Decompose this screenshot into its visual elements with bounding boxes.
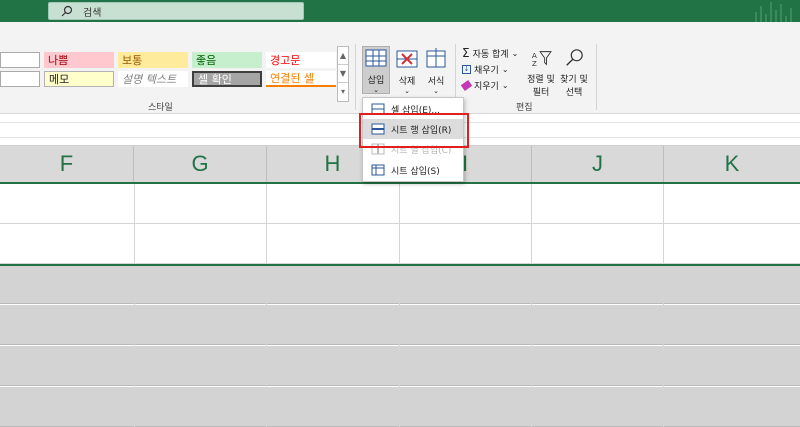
worksheet-grid[interactable] (0, 184, 800, 427)
column-header-j[interactable]: J (532, 146, 664, 182)
sort-filter-label-2: 필터 (532, 88, 550, 98)
sort-filter-icon: A Z (532, 51, 552, 68)
menu-item-label: 시트 삽입(S) (391, 166, 440, 177)
sort-filter-button[interactable]: A Z 정렬 및 필터 (526, 48, 556, 98)
clear-label: 지우기 (474, 82, 499, 92)
style-check-cell[interactable]: 셀 확인 (192, 71, 262, 87)
format-button[interactable]: 서식 ⌄ (422, 48, 450, 95)
gallery-more-icon[interactable]: ▾ (338, 83, 348, 101)
highlight-annotation-box (359, 113, 469, 148)
insert-button[interactable]: 삽입 ⌄ (362, 46, 390, 94)
find-select-label-1: 찾기 및 (560, 75, 588, 85)
scroll-up-icon[interactable]: ▲ (338, 47, 348, 65)
autosum-button[interactable]: Σ 자동 합계 ⌄ (462, 46, 518, 60)
search-box[interactable]: 검색 (48, 2, 304, 20)
style-note[interactable]: 메모 (44, 71, 114, 87)
format-label: 서식 (427, 77, 445, 87)
editing-group-label: 편집 (516, 103, 533, 113)
chevron-down-icon: ⌄ (511, 48, 519, 58)
chevron-down-icon: ⌄ (501, 65, 509, 74)
column-header-k[interactable]: K (664, 146, 800, 182)
styles-gallery-scroll[interactable]: ▲ ▼ ▾ (337, 46, 349, 102)
style-warning-text[interactable]: 경고문 (266, 52, 336, 68)
style-partial-2[interactable] (0, 71, 40, 87)
find-select-label-2: 선택 (565, 88, 583, 98)
fill-button[interactable]: ↓ 채우기 ⌄ (462, 63, 509, 76)
fill-label: 채우기 (474, 66, 499, 76)
sigma-icon: Σ (462, 46, 470, 60)
style-explanatory-text[interactable]: 설명 텍스트 (118, 71, 188, 87)
style-normal-partial[interactable] (0, 52, 40, 68)
styles-group-label: 스타일 (148, 103, 173, 113)
scroll-down-icon[interactable]: ▼ (338, 65, 348, 83)
style-bad[interactable]: 나쁨 (44, 52, 114, 68)
insert-cells-icon (365, 49, 387, 67)
chevron-down-icon: ⌄ (501, 81, 509, 90)
search-icon (61, 5, 73, 17)
style-neutral[interactable]: 보통 (118, 52, 188, 68)
group-divider (355, 44, 356, 110)
title-bar: 검색 (0, 0, 800, 22)
search-placeholder: 검색 (83, 7, 102, 19)
title-decoration (755, 0, 792, 22)
eraser-icon (460, 80, 473, 91)
style-good[interactable]: 좋음 (192, 52, 262, 68)
menu-item-insert-sheet[interactable]: 시트 삽입(S) (363, 160, 463, 180)
insert-label: 삽입 (367, 76, 385, 86)
autosum-label: 자동 합계 (472, 49, 509, 60)
format-cells-icon (426, 48, 446, 68)
column-header-g[interactable]: G (134, 146, 267, 182)
delete-label: 삭제 (398, 77, 416, 87)
svg-text:Z: Z (532, 59, 537, 68)
grid-row[interactable] (0, 224, 800, 264)
find-select-button[interactable]: 찾기 및 선택 (558, 48, 590, 98)
group-divider (596, 44, 597, 110)
fill-down-icon: ↓ (462, 65, 471, 74)
sort-filter-label-1: 정렬 및 (527, 75, 555, 85)
insert-sheet-icon (371, 164, 385, 176)
delete-button[interactable]: 삭제 ⌄ (393, 48, 421, 95)
grid-row[interactable] (0, 184, 800, 224)
magnifier-icon (566, 49, 583, 66)
column-header-f[interactable]: F (0, 146, 134, 182)
delete-cells-icon (396, 50, 418, 68)
style-linked-cell[interactable]: 연결된 셀 (266, 71, 336, 87)
selection-border (0, 264, 800, 427)
clear-button[interactable]: 지우기 ⌄ (460, 79, 509, 92)
